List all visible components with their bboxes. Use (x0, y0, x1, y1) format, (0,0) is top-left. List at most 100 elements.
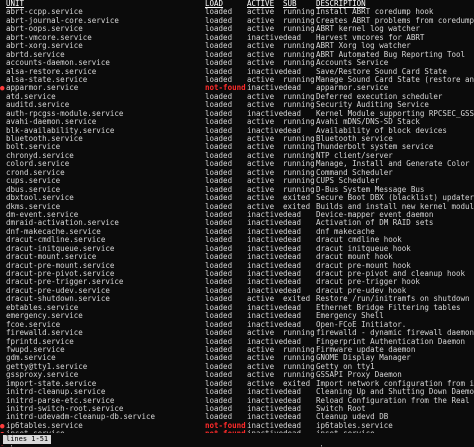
service-load-state: loaded (205, 168, 233, 177)
service-sub-state: running (283, 92, 315, 101)
service-active-state: inactive (247, 244, 283, 253)
service-active-state: inactive (247, 421, 283, 430)
service-active-state: inactive (247, 227, 283, 236)
service-sub-state: dead (283, 109, 302, 118)
service-row: abrt-xorg.service loaded active running ABRT… (0, 42, 474, 50)
service-load-state: loaded (205, 371, 233, 380)
service-load-state: loaded (205, 160, 233, 169)
service-sub-state: dead (283, 320, 302, 329)
service-sub-state: dead (283, 303, 302, 312)
service-load-state: loaded (205, 278, 233, 287)
service-load-state: loaded (205, 295, 233, 304)
service-unit-name: cups.service (6, 177, 61, 186)
service-unit-name: dm-event.service (6, 210, 79, 219)
service-row: initrd-switch-root.service loaded inactive… (0, 405, 474, 413)
service-active-state: inactive (247, 67, 283, 76)
service-row: chronyd.service loaded active running NTP cl… (0, 152, 474, 160)
service-unit-name: abrt-journal-core.service (6, 16, 119, 25)
service-load-state: loaded (205, 388, 233, 397)
service-active-state: active (247, 185, 275, 194)
service-description: firewalld - dynamic firewall daemon (316, 329, 474, 338)
service-sub-state: dead (283, 219, 302, 228)
service-row: fcoe.service loaded inactive dead Open-FCoE … (0, 321, 474, 329)
service-active-state: inactive (247, 396, 283, 405)
service-load-state: loaded (205, 118, 233, 127)
service-sub-state: running (283, 50, 315, 59)
service-sub-state: running (283, 151, 315, 160)
service-sub-state: dead (283, 210, 302, 219)
service-unit-name: getty@tty1.service (6, 362, 88, 371)
service-row: fprintd.service loaded inactive dead Fingerp… (0, 338, 474, 346)
service-description: Emergency Shell (316, 312, 384, 321)
service-unit-name: auditd.service (6, 101, 70, 110)
service-active-state: active (247, 354, 275, 363)
service-sub-state: running (283, 101, 315, 110)
service-description: dracut pre-pivot and cleanup hook (316, 270, 466, 278)
service-sub-state: running (283, 143, 315, 152)
service-active-state: active (247, 295, 275, 304)
service-description: Harvest vmcores for ABRT (316, 33, 425, 42)
service-row: ebtables.service loaded inactive dead Ethern… (0, 304, 474, 312)
service-row: import-state.service loaded active exited Im… (0, 380, 474, 388)
service-load-state: loaded (205, 253, 233, 262)
service-active-state: active (247, 42, 275, 51)
service-load-state: loaded (205, 143, 233, 152)
service-row: bluetooth.service loaded active running Blue… (0, 135, 474, 143)
service-active-state: active (247, 50, 275, 59)
service-row: dracut-shutdown.service loaded active exite… (0, 295, 474, 303)
service-load-state: loaded (205, 59, 233, 68)
service-active-state: active (247, 160, 275, 169)
service-description: dracut pre-mount hook (316, 261, 411, 270)
service-unit-name: dracut-pre-udev.service (6, 286, 110, 295)
service-description: Open-FCoE Initiator. (316, 320, 407, 329)
service-active-state: inactive (247, 286, 283, 295)
service-unit-name: initrd-cleanup.service (6, 388, 106, 397)
service-active-state: active (247, 345, 275, 354)
service-active-state: inactive (247, 303, 283, 312)
header-active: ACTIVE (247, 0, 275, 8)
service-sub-state: running (283, 177, 315, 186)
service-description: Save/Restore Sound Card State (316, 67, 447, 76)
pager-status: lines 1-51 (3, 435, 52, 444)
service-active-state: inactive (247, 33, 283, 42)
service-description: Import network configuration from initr (316, 379, 474, 388)
service-unit-name: dnf-makecache.service (6, 227, 101, 236)
service-unit-name: dracut-pre-pivot.service (6, 270, 115, 278)
service-row: fwupd.service loaded active running Firmware… (0, 346, 474, 354)
service-active-state: inactive (247, 320, 283, 329)
service-load-state: loaded (205, 362, 233, 371)
service-row: auth-rpcgss-module.service loaded inactive… (0, 110, 474, 118)
service-row: bolt.service loaded active running Thunderbo… (0, 143, 474, 151)
service-unit-name: bluetooth.service (6, 135, 83, 143)
service-sub-state: dead (283, 278, 302, 287)
service-active-state: active (247, 16, 275, 25)
service-description: Install ABRT coredump hook (316, 8, 434, 17)
service-active-state: active (247, 202, 275, 211)
service-description: Firmware update daemon (316, 345, 416, 354)
service-unit-name: colord.service (6, 160, 70, 169)
service-unit-name: initrd-udevadm-cleanup-db.service (6, 413, 156, 422)
service-description: Reload Configuration from the Real Root (316, 396, 470, 405)
service-row: abrt-ccpp.service loaded active running Inst… (0, 8, 474, 16)
pager-bar (0, 433, 474, 445)
service-load-state: loaded (205, 109, 233, 118)
service-sub-state: running (283, 25, 315, 34)
service-load-state: loaded (205, 244, 233, 253)
service-unit-name: dracut-mount.service (6, 253, 97, 262)
service-description: Availability of block devices (316, 126, 447, 135)
service-load-state: not-found (205, 84, 246, 93)
service-sub-state: exited (283, 194, 311, 203)
service-active-state: active (247, 168, 275, 177)
service-sub-state: dead (283, 405, 302, 413)
service-active-state: active (247, 329, 275, 338)
service-active-state: active (247, 143, 275, 152)
service-row: blk-availability.service loaded inactive de… (0, 127, 474, 135)
service-unit-name: dmraid-activation.service (6, 219, 119, 228)
service-description: Accounts Service (316, 59, 389, 68)
service-load-state: loaded (205, 303, 233, 312)
terminal-window[interactable]: UNIT LOAD ACTIVE SUB DESCRIPTION abrt-cc… (0, 0, 474, 447)
service-row: colord.service loaded active running Manage,… (0, 160, 474, 168)
service-row: dracut-pre-trigger.service loaded inactive… (0, 278, 474, 286)
service-unit-name: auth-rpcgss-module.service (6, 109, 124, 118)
service-row: dmraid-activation.service loaded inactive d… (0, 219, 474, 227)
